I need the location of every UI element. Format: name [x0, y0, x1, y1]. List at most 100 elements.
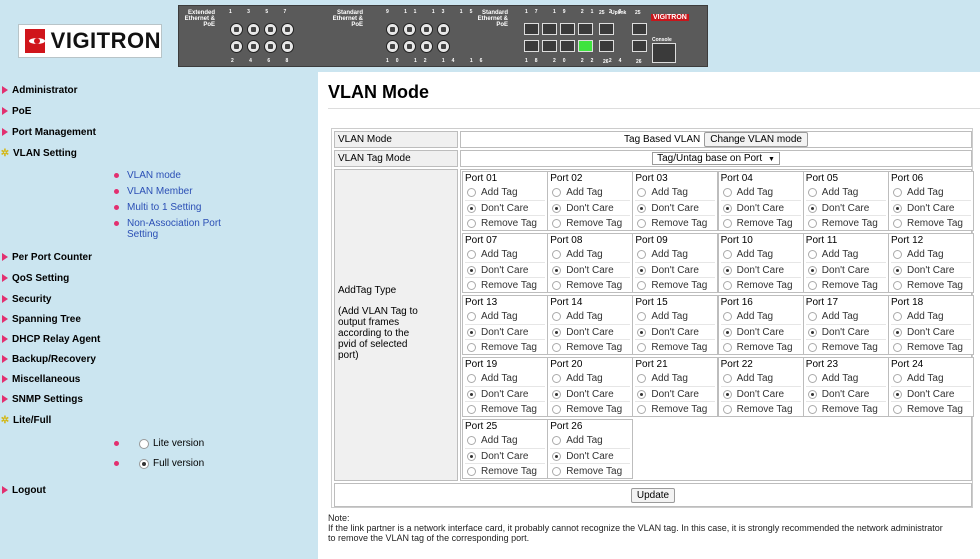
tag-option-radio[interactable] [807, 342, 817, 352]
rj45-port-icon[interactable] [247, 40, 260, 53]
sidebar-item-security[interactable]: Security [0, 291, 51, 307]
tag-option-radio[interactable] [807, 389, 817, 399]
tag-option-add-tag[interactable]: Add Tag [635, 247, 715, 262]
tag-option-radio[interactable] [467, 342, 476, 352]
tag-option-radio[interactable] [807, 404, 817, 414]
tag-option-add-tag[interactable]: Add Tag [465, 433, 545, 448]
tag-option-radio[interactable] [893, 218, 902, 228]
tag-option-radio[interactable] [722, 265, 732, 275]
tag-option-don-t-care[interactable]: Don't Care [891, 200, 971, 215]
tag-option-radio[interactable] [467, 374, 476, 383]
tag-option-remove-tag[interactable]: Remove Tag [720, 339, 801, 354]
rj45-port-icon[interactable] [264, 40, 277, 53]
tag-option-remove-tag[interactable]: Remove Tag [720, 277, 801, 292]
tag-option-remove-tag[interactable]: Remove Tag [635, 401, 716, 416]
tag-option-radio[interactable] [552, 389, 562, 399]
tag-option-radio[interactable] [722, 404, 732, 414]
tag-option-radio[interactable] [467, 327, 476, 337]
sub-item-vlan-mode[interactable]: VLAN mode [114, 170, 245, 181]
tag-option-radio[interactable] [893, 389, 902, 399]
tag-option-radio[interactable] [637, 312, 647, 321]
tag-option-add-tag[interactable]: Add Tag [891, 371, 971, 386]
tag-option-radio[interactable] [893, 342, 902, 352]
tag-option-radio[interactable] [893, 280, 902, 290]
sfp-port-icon[interactable] [524, 40, 539, 52]
tag-option-add-tag[interactable]: Add Tag [550, 185, 630, 200]
rj45-port-icon[interactable] [420, 23, 433, 36]
tag-option-remove-tag[interactable]: Remove Tag [465, 401, 545, 416]
tag-option-don-t-care[interactable]: Don't Care [550, 200, 631, 215]
tag-option-radio[interactable] [637, 374, 647, 383]
rj45-port-icon[interactable] [386, 23, 399, 36]
tag-option-don-t-care[interactable]: Don't Care [465, 324, 545, 339]
rj45-port-icon[interactable] [247, 23, 260, 36]
tag-option-radio[interactable] [637, 280, 647, 290]
sub-item-non-association-port[interactable]: Non-Association Port Setting [114, 218, 245, 240]
rj45-port-icon[interactable] [281, 40, 294, 53]
sub-item-multi-to-1[interactable]: Multi to 1 Setting [114, 202, 245, 213]
tag-option-remove-tag[interactable]: Remove Tag [720, 401, 801, 416]
tag-option-radio[interactable] [807, 250, 817, 259]
tag-option-don-t-care[interactable]: Don't Care [550, 262, 631, 277]
lite-version-radio[interactable] [139, 438, 149, 449]
sidebar-item-poe[interactable]: PoE [0, 103, 31, 119]
tag-option-radio[interactable] [552, 342, 562, 352]
tag-option-add-tag[interactable]: Add Tag [550, 371, 630, 386]
tag-option-remove-tag[interactable]: Remove Tag [550, 463, 631, 478]
tag-option-remove-tag[interactable]: Remove Tag [805, 339, 886, 354]
tag-option-radio[interactable] [722, 374, 732, 383]
tag-option-add-tag[interactable]: Add Tag [550, 247, 630, 262]
tag-option-remove-tag[interactable]: Remove Tag [891, 401, 971, 416]
sidebar-item-miscellaneous[interactable]: Miscellaneous [0, 371, 80, 387]
tag-option-remove-tag[interactable]: Remove Tag [550, 401, 631, 416]
tag-option-add-tag[interactable]: Add Tag [806, 247, 886, 262]
tag-option-don-t-care[interactable]: Don't Care [720, 386, 801, 401]
update-button[interactable]: Update [630, 487, 676, 503]
tag-option-remove-tag[interactable]: Remove Tag [805, 401, 886, 416]
tag-option-remove-tag[interactable]: Remove Tag [805, 215, 886, 230]
tag-option-radio[interactable] [807, 374, 817, 383]
tag-option-add-tag[interactable]: Add Tag [550, 433, 630, 448]
tag-option-don-t-care[interactable]: Don't Care [465, 386, 545, 401]
tag-option-radio[interactable] [467, 389, 476, 399]
tag-option-radio[interactable] [552, 466, 562, 476]
tag-option-radio[interactable] [637, 265, 647, 275]
tag-option-radio[interactable] [467, 436, 476, 445]
tag-option-don-t-care[interactable]: Don't Care [635, 386, 716, 401]
full-version-option[interactable]: Full version [114, 458, 204, 469]
tag-option-radio[interactable] [637, 218, 647, 228]
tag-option-remove-tag[interactable]: Remove Tag [891, 215, 971, 230]
tag-option-add-tag[interactable]: Add Tag [635, 309, 715, 324]
tag-option-don-t-care[interactable]: Don't Care [465, 448, 545, 463]
tag-option-radio[interactable] [552, 265, 562, 275]
tag-option-add-tag[interactable]: Add Tag [806, 371, 886, 386]
tag-option-don-t-care[interactable]: Don't Care [805, 386, 886, 401]
tag-option-radio[interactable] [893, 265, 902, 275]
tag-option-radio[interactable] [467, 466, 476, 476]
rj45-port-icon[interactable] [437, 23, 450, 36]
sfp-port-icon[interactable] [560, 40, 575, 52]
tag-option-remove-tag[interactable]: Remove Tag [465, 463, 545, 478]
tag-option-radio[interactable] [552, 374, 562, 383]
sidebar-item-qos-setting[interactable]: QoS Setting [0, 270, 69, 286]
sidebar-item-port-management[interactable]: Port Management [0, 124, 96, 140]
rj45-port-icon[interactable] [403, 40, 416, 53]
sfp-port-icon[interactable] [542, 40, 557, 52]
sidebar-item-snmp-settings[interactable]: SNMP Settings [0, 391, 83, 407]
tag-option-radio[interactable] [722, 250, 732, 259]
tag-option-don-t-care[interactable]: Don't Care [550, 386, 631, 401]
tag-option-radio[interactable] [552, 250, 562, 259]
tag-option-add-tag[interactable]: Add Tag [635, 185, 715, 200]
tag-option-radio[interactable] [552, 404, 562, 414]
tag-option-radio[interactable] [807, 327, 817, 337]
tag-option-radio[interactable] [552, 436, 562, 445]
tag-option-don-t-care[interactable]: Don't Care [805, 200, 886, 215]
tag-option-add-tag[interactable]: Add Tag [721, 309, 801, 324]
tag-option-add-tag[interactable]: Add Tag [806, 309, 886, 324]
tag-option-radio[interactable] [637, 188, 647, 197]
tag-option-don-t-care[interactable]: Don't Care [720, 262, 801, 277]
tag-option-remove-tag[interactable]: Remove Tag [465, 277, 545, 292]
tag-option-don-t-care[interactable]: Don't Care [465, 200, 545, 215]
rj45-port-icon[interactable] [420, 40, 433, 53]
rj45-port-icon[interactable] [386, 40, 399, 53]
